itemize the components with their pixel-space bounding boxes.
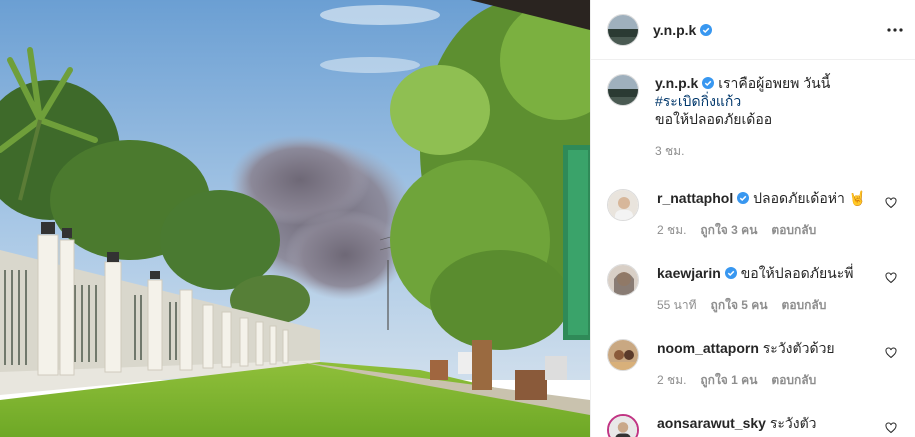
comment-time[interactable]: 2 ชม.	[657, 221, 686, 240]
caption-text-line3: ขอให้ปลอดภัยเด้ออ	[655, 111, 773, 127]
post-header: y.n.p.k	[591, 0, 915, 60]
caption-time[interactable]: 3 ชม.	[655, 142, 684, 161]
reply-button[interactable]: ตอบกลับ	[771, 371, 816, 390]
reply-button[interactable]: ตอบกลับ	[782, 296, 827, 315]
heart-icon[interactable]	[885, 272, 897, 284]
heart-icon[interactable]	[885, 347, 897, 359]
post-photo[interactable]	[0, 0, 590, 437]
commenter-avatar[interactable]	[607, 264, 639, 296]
more-options-icon[interactable]	[883, 18, 907, 42]
comment-likes[interactable]: ถูกใจ 3 คน	[700, 221, 757, 240]
heart-icon[interactable]	[885, 197, 897, 209]
comments-list: y.n.p.k เราคือผู้อพยพ วันนี้ #ระเบิดกิ่ง…	[591, 60, 915, 437]
comment-username[interactable]: noom_attaporn	[657, 340, 759, 356]
commenter-avatar[interactable]	[607, 339, 639, 371]
caption-author-avatar[interactable]	[607, 74, 639, 106]
comment-emoji: 🤘	[848, 190, 867, 206]
caption-text-line1: เราคือผู้อพยพ วันนี้	[718, 75, 831, 91]
caption-username[interactable]: y.n.p.k	[655, 75, 698, 91]
comment-username[interactable]: aonsarawut_sky	[657, 415, 766, 431]
author-avatar[interactable]	[607, 13, 639, 46]
comment-username[interactable]: kaewjarin	[657, 265, 721, 281]
comment-time[interactable]: 55 นาที	[657, 296, 697, 315]
comment-item: kaewjarin ขอให้ปลอดภัยนะพี่ 55 นาที ถูกใ…	[607, 264, 899, 315]
post-caption: y.n.p.k เราคือผู้อพยพ วันนี้ #ระเบิดกิ่ง…	[607, 74, 899, 161]
photo-scene	[0, 0, 590, 437]
comment-text: ปลอดภัยเด้อห่า	[753, 190, 845, 206]
author-username[interactable]: y.n.p.k	[653, 22, 696, 38]
comment-item: aonsarawut_sky ระวังตัว	[607, 414, 899, 437]
reply-button[interactable]: ตอบกลับ	[771, 221, 816, 240]
comment-likes[interactable]: ถูกใจ 5 คน	[711, 296, 768, 315]
comment-time[interactable]: 2 ชม.	[657, 371, 686, 390]
comment-text: ขอให้ปลอดภัยนะพี่	[740, 265, 854, 281]
post-viewer: y.n.p.k y.n.p.k เราคือผู้อพยพ วันนี้ #ระ…	[0, 0, 915, 437]
verified-badge-icon	[724, 267, 737, 279]
comment-likes[interactable]: ถูกใจ 1 คน	[700, 371, 757, 390]
comment-item: noom_attaporn ระวังตัวด้วย 2 ชม. ถูกใจ 1…	[607, 339, 899, 390]
verified-badge-icon	[700, 23, 713, 36]
commenter-avatar[interactable]	[607, 414, 639, 437]
verified-badge-icon	[737, 192, 750, 204]
comments-panel: y.n.p.k y.n.p.k เราคือผู้อพยพ วันนี้ #ระ…	[590, 0, 915, 437]
comment-username[interactable]: r_nattaphol	[657, 190, 733, 206]
heart-icon[interactable]	[885, 422, 897, 434]
comment-text: ระวังตัวด้วย	[762, 340, 835, 356]
verified-badge-icon	[702, 77, 715, 89]
comment-item: r_nattaphol ปลอดภัยเด้อห่า 🤘 2 ชม. ถูกใจ…	[607, 189, 899, 240]
comment-text: ระวังตัว	[769, 415, 817, 431]
caption-hashtag[interactable]: #ระเบิดกิ่งแก้ว	[655, 93, 741, 109]
commenter-avatar[interactable]	[607, 189, 639, 221]
